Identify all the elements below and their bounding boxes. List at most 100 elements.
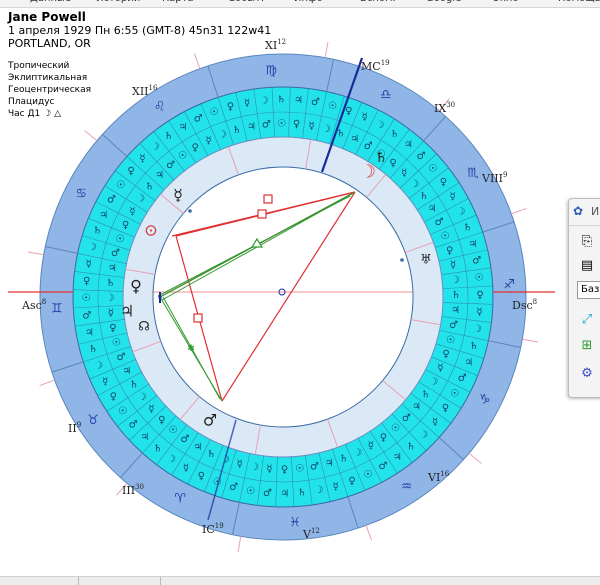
decan-glyph: ♃ (451, 305, 460, 316)
decan-glyph: ☉ (210, 107, 219, 118)
hour-label: Час Д1 (8, 109, 41, 119)
resize-icon[interactable]: ⤢ (578, 311, 596, 329)
decan-glyph: ☉ (295, 464, 304, 475)
decan-glyph: ♃ (155, 170, 164, 181)
decan-glyph: ☿ (148, 404, 154, 415)
panel-titlebar[interactable]: ✿ И (569, 199, 600, 226)
decan-glyph: ☽ (456, 207, 465, 218)
planet-glyph: ♄ (375, 150, 388, 166)
birth-datetime: 1 апреля 1929 Пн 6:55 (GMT-8) 45n31 122w… (8, 24, 272, 37)
planet-connector-dot (188, 209, 192, 213)
decan-glyph: ☿ (108, 308, 114, 319)
dsc-label: Dsc8 (512, 298, 537, 312)
decan-glyph: ☽ (88, 242, 97, 253)
decan-glyph: ☽ (473, 324, 482, 335)
decan-glyph: ♂ (129, 419, 138, 430)
decan-glyph: ♀ (192, 142, 199, 153)
zodiac-sign-glyph: ♍ (265, 63, 277, 78)
square-aspect-marker (193, 313, 203, 323)
decan-glyph: ☿ (86, 259, 92, 270)
side-tool-panel[interactable]: ✿ И ⎘ ▤ Баз ⤢ ⊞ ⚙ (568, 198, 600, 398)
house-cusp-tick (324, 41, 329, 58)
decan-glyph: ♀ (281, 464, 288, 475)
zodiac-sign-glyph: ♈ (174, 491, 186, 506)
house-cusp-label: V12 (302, 527, 320, 541)
zodiac-sign-glyph: ♉ (87, 413, 99, 428)
decan-glyph: ☉ (391, 423, 400, 434)
copy-icon[interactable]: ⎘ (578, 233, 596, 251)
decan-glyph: ☽ (376, 120, 385, 131)
decan-glyph: ☽ (429, 377, 438, 388)
house-cusp-tick (84, 130, 98, 142)
aspect-circle (152, 166, 414, 428)
decan-glyph: ☽ (353, 448, 362, 459)
decan-glyph: ☿ (205, 135, 211, 146)
decan-glyph: ♃ (428, 204, 437, 215)
decan-glyph: ☿ (237, 459, 243, 470)
decan-glyph: ☿ (368, 441, 374, 452)
decan-glyph: ♃ (404, 139, 413, 150)
decan-glyph: ♀ (83, 276, 90, 287)
decan-glyph: ☉ (475, 273, 484, 284)
decan-glyph: ♀ (442, 403, 449, 414)
decan-glyph: ♀ (227, 102, 234, 113)
house-cusp-label: II9 (68, 421, 81, 435)
decan-glyph: ♄ (390, 129, 399, 140)
paste-icon[interactable]: ▤ (578, 257, 596, 275)
base-field[interactable]: Баз (577, 281, 600, 299)
decan-glyph: ♃ (99, 210, 108, 221)
house-cusp-tick (237, 536, 242, 553)
planetary-hour: Час Д1 ☽ △ (8, 108, 91, 120)
decan-glyph: ♂ (402, 413, 411, 424)
decan-glyph: ♂ (263, 488, 272, 499)
decan-glyph: ☿ (308, 121, 314, 132)
decan-glyph: ♃ (140, 432, 149, 443)
decan-glyph: ☉ (450, 389, 459, 400)
decan-glyph: ♄ (232, 125, 241, 136)
birth-place: PORTLAND, OR (8, 37, 91, 50)
decan-glyph: ♄ (129, 379, 138, 390)
planet-glyph: ♃ (120, 302, 134, 321)
house-system: Плацидус (8, 97, 55, 107)
decan-glyph: ♄ (339, 454, 348, 465)
square-aspect-marker (263, 194, 273, 204)
zodiac-type: Тропический (8, 61, 70, 71)
house-cusp-tick (522, 338, 539, 343)
decan-glyph: ♀ (440, 177, 447, 188)
planet-glyph: ⊙ (144, 221, 157, 240)
decan-glyph: ♂ (229, 482, 238, 493)
decan-glyph: ♄ (421, 389, 430, 400)
decan-glyph: ♀ (127, 166, 134, 177)
decan-glyph: ☿ (333, 481, 339, 492)
decan-glyph: ♀ (442, 349, 449, 360)
decan-glyph: ☿ (432, 417, 438, 428)
planet-glyph: ♀ (130, 277, 142, 296)
decan-glyph: ♂ (435, 217, 444, 228)
planet-glyph: ♂ (203, 411, 217, 430)
zodiac-sign-glyph: ♑ (479, 392, 491, 407)
decan-glyph: ♂ (181, 434, 190, 445)
decan-glyph: ♄ (469, 341, 478, 352)
house-cusp-tick (193, 53, 201, 69)
decan-glyph: ☽ (314, 485, 323, 496)
decan-glyph: ☽ (260, 95, 269, 106)
decan-glyph: ♂ (449, 320, 458, 331)
decan-glyph: ♄ (153, 444, 162, 455)
decan-glyph: ☿ (183, 463, 189, 474)
house-cusp-label: IX30 (434, 101, 455, 115)
coordinate-system: Эклиптикальная (8, 73, 88, 83)
settings-icon[interactable]: ⚙ (578, 365, 596, 383)
decan-glyph: ☿ (437, 363, 443, 374)
decan-glyph: ♃ (108, 263, 117, 274)
decan-glyph: ♄ (89, 344, 98, 355)
add-icon[interactable]: ⊞ (578, 337, 596, 355)
decan-glyph: ☿ (102, 376, 108, 387)
decan-glyph: ♄ (277, 95, 286, 106)
decan-glyph: ☽ (218, 129, 227, 140)
decan-glyph: ♂ (311, 97, 320, 108)
sextile-aspect-marker: ✱ (187, 344, 195, 354)
decan-glyph: ☽ (167, 454, 176, 465)
decan-glyph: ♀ (110, 391, 117, 402)
decan-glyph: ♀ (345, 106, 352, 117)
decan-glyph: ♃ (280, 488, 289, 499)
